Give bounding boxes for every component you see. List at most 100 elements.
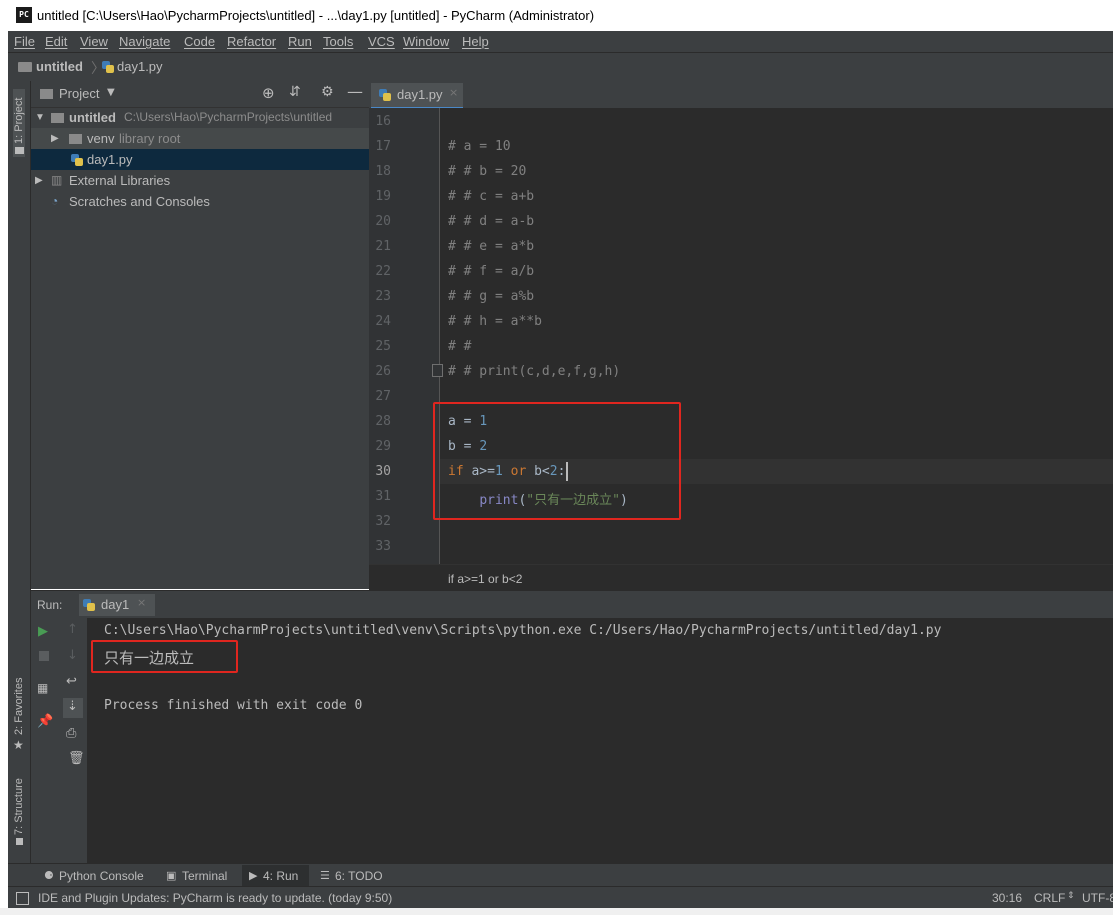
soft-wrap-icon[interactable]: ↩ [66, 674, 77, 689]
editor-tab-day1[interactable]: day1.py × [371, 83, 463, 110]
line-number: 23 [375, 289, 391, 304]
line-number: 27 [375, 389, 391, 404]
menu-refactor[interactable]: Refactor [227, 34, 276, 49]
tree-row-scratches[interactable]: ◔ Scratches and Consoles [31, 191, 369, 212]
project-tool-tab[interactable]: 1: Project [13, 98, 25, 144]
line-number: 22 [375, 264, 391, 279]
navigation-bar: untitled 〉 day1.py [8, 52, 1113, 83]
tree-label-venv: venv [87, 131, 115, 146]
tab-todo[interactable]: 6: TODO [335, 869, 383, 883]
tab-python-console[interactable]: Python Console [59, 869, 144, 883]
window-title: untitled [C:\Users\Hao\PycharmProjects\u… [37, 8, 595, 23]
code-line-22: # # f = a/b [448, 264, 535, 279]
menu-help[interactable]: Help [462, 34, 489, 49]
console-exit-line: Process finished with exit code 0 [104, 698, 363, 713]
python-file-icon [83, 599, 95, 611]
editor-breadcrumb[interactable]: if a>=1 or b<2 [448, 572, 522, 586]
code-line-17: # a = 10 [448, 139, 511, 154]
expand-arrow-icon[interactable]: ▼ [35, 107, 45, 128]
line-number: 24 [375, 314, 391, 329]
tab-terminal[interactable]: Terminal [182, 869, 227, 883]
tab-run[interactable]: 4: Run [263, 869, 298, 883]
structure-tool-tab[interactable]: 7: Structure [13, 778, 25, 835]
tree-row-project-root[interactable]: ▼ untitled C:\Users\Hao\PycharmProjects\… [31, 107, 369, 128]
breadcrumb-file[interactable]: day1.py [117, 59, 163, 74]
console-output[interactable] [87, 618, 1113, 863]
run-tab-label: day1 [101, 597, 130, 612]
line-number: 29 [375, 439, 391, 454]
menu-tools[interactable]: Tools [323, 34, 353, 49]
hide-panel-icon[interactable]: — [347, 82, 363, 101]
tree-row-day1[interactable]: day1.py [31, 149, 369, 170]
tree-row-venv[interactable]: ▶ venv library root [31, 128, 369, 149]
chevron-updown-icon: ⇕ [1067, 891, 1075, 901]
close-tab-icon[interactable]: × [449, 86, 458, 99]
window-titlebar: PC untitled [C:\Users\Hao\PycharmProject… [8, 0, 1113, 31]
scroll-to-end-toggle[interactable]: ⇣ [63, 698, 83, 718]
project-panel-header: Project ▼ ⊕ ⇵ ⚙ — [31, 81, 369, 108]
fold-marker-icon[interactable] [432, 364, 443, 377]
favorites-tool-tab[interactable]: 2: Favorites [13, 678, 25, 735]
line-number: 33 [375, 539, 391, 554]
down-arrow-icon[interactable]: ↓ [67, 648, 78, 663]
pycharm-logo-icon: PC [16, 7, 32, 23]
expand-arrow-icon[interactable]: ▶ [51, 128, 59, 149]
trash-icon[interactable]: 🗑 [68, 751, 85, 766]
project-view-selector[interactable]: Project [59, 86, 99, 101]
highlight-box-code [433, 402, 681, 520]
close-tab-icon[interactable]: × [137, 596, 146, 609]
code-line-25: # # [448, 339, 472, 354]
collapse-all-icon[interactable]: ⇵ [289, 84, 301, 100]
pin-tab-icon[interactable]: 📌 [37, 714, 53, 729]
folder-icon [51, 113, 64, 123]
tree-row-external-libraries[interactable]: ▶ ▥ External Libraries [31, 170, 369, 191]
status-message[interactable]: IDE and Plugin Updates: PyCharm is ready… [38, 891, 392, 905]
settings-gear-icon[interactable]: ⚙ [321, 84, 334, 100]
line-number-current: 30 [375, 464, 391, 479]
expand-arrow-icon[interactable]: ▶ [35, 170, 43, 191]
menu-navigate[interactable]: Navigate [119, 34, 170, 49]
editor-breadcrumb-bar: if a>=1 or b<2 [369, 564, 1113, 591]
tree-label-external-libraries: External Libraries [69, 173, 171, 188]
tree-label-scratches: Scratches and Consoles [69, 194, 210, 209]
scratches-icon: ◔ [51, 194, 59, 208]
line-number: 16 [375, 114, 391, 129]
code-line-21: # # e = a*b [448, 239, 535, 254]
stop-icon[interactable] [39, 651, 49, 661]
star-icon: ★ [13, 738, 24, 752]
menu-run[interactable]: Run [288, 34, 312, 49]
line-number: 26 [375, 364, 391, 379]
up-arrow-icon[interactable]: ↑ [67, 622, 78, 637]
line-number: 28 [375, 414, 391, 429]
print-icon[interactable]: ⎙ [66, 726, 76, 741]
toggle-tool-windows-icon[interactable] [16, 892, 29, 905]
menu-file[interactable]: File [14, 34, 35, 49]
line-number: 19 [375, 189, 391, 204]
rerun-icon[interactable]: ▶ [38, 624, 48, 639]
python-file-icon [379, 89, 391, 101]
chevron-down-icon[interactable]: ▼ [107, 87, 115, 98]
menu-bar: File Edit View Navigate Code Refactor Ru… [8, 31, 1113, 52]
caret-position[interactable]: 30:16 [992, 891, 1022, 905]
breadcrumb-project[interactable]: untitled [36, 59, 83, 74]
folder-icon [69, 134, 82, 144]
line-number: 20 [375, 214, 391, 229]
menu-code[interactable]: Code [184, 34, 215, 49]
run-tab-day1[interactable]: day1 × [79, 594, 155, 616]
locate-file-icon[interactable]: ⊕ [262, 84, 275, 102]
line-number: 25 [375, 339, 391, 354]
menu-edit[interactable]: Edit [45, 34, 67, 49]
run-icon: ▶ [249, 869, 258, 882]
file-encoding[interactable]: UTF-8 [1082, 891, 1113, 905]
tree-label-untitled: untitled [69, 110, 116, 125]
restore-layout-icon[interactable]: ▦ [37, 681, 48, 695]
code-line-19: # # c = a+b [448, 189, 535, 204]
line-number: 18 [375, 164, 391, 179]
line-separator[interactable]: CRLF [1034, 891, 1065, 905]
left-tool-strip: 1: Project 2: Favorites ★ 7: Structure [8, 81, 31, 863]
menu-window[interactable]: Window [403, 34, 449, 49]
menu-view[interactable]: View [80, 34, 108, 49]
folder-icon [18, 62, 32, 72]
menu-vcs[interactable]: VCS [368, 34, 395, 49]
console-command-line: C:\Users\Hao\PycharmProjects\untitled\ve… [104, 623, 942, 638]
